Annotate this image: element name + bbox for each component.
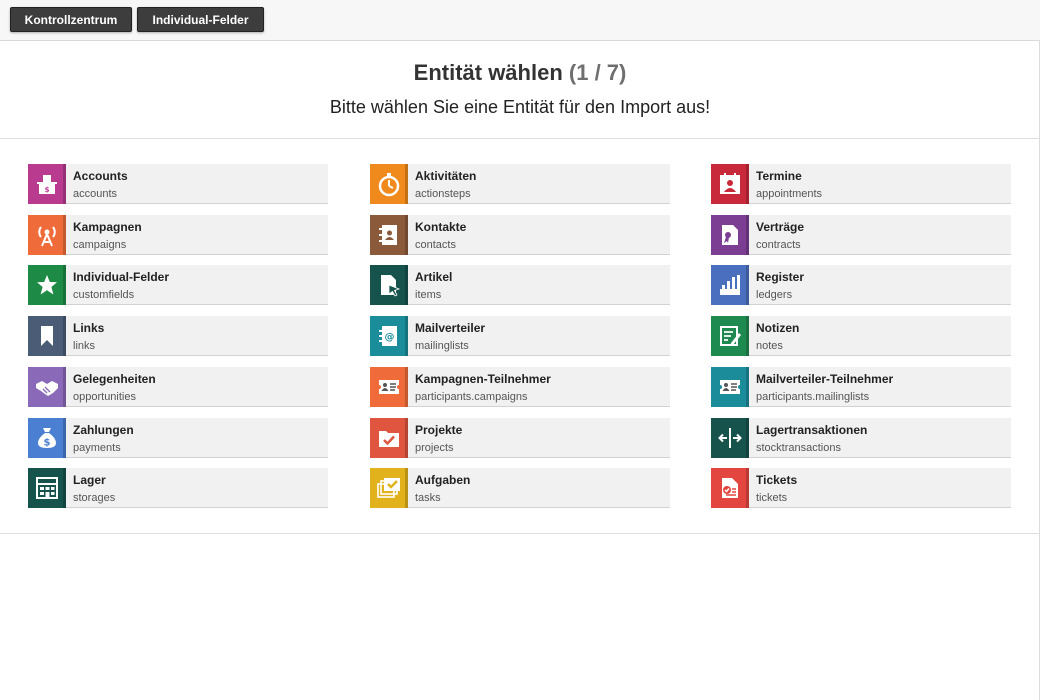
entity-item-accounts[interactable]: $ Accounts accounts — [28, 164, 328, 204]
entity-key: accounts — [73, 188, 118, 200]
entity-label: Lager — [73, 473, 106, 488]
entity-key: contracts — [756, 238, 801, 251]
entity-label: Kontakte — [415, 219, 467, 234]
control-center-button[interactable]: Kontrollzentrum — [10, 7, 132, 32]
entity-label: Mailverteiler — [415, 321, 486, 336]
page-subtitle: Bitte wählen Sie eine Entität für den Im… — [329, 97, 711, 117]
entity-item-participants-campaigns[interactable]: Kampagnen-Teilnehmer participants.campaig… — [370, 366, 670, 407]
page-title: Entität wählen (1 / 7) — [0, 60, 1040, 86]
entity-label: Verträge — [756, 219, 805, 234]
entity-label: Artikel — [415, 270, 453, 285]
entity-label: Aufgaben — [415, 473, 471, 488]
entity-item-campaigns[interactable]: Kampagnen campaigns — [28, 214, 328, 255]
step-counter: (1 / 7) — [568, 60, 627, 85]
entity-label: Register — [756, 270, 805, 285]
folder-check-icon — [370, 417, 408, 458]
entity-label: Tickets — [756, 473, 798, 488]
entity-item-storages[interactable]: Lager storages — [28, 468, 328, 509]
entity-key: ledgers — [756, 289, 793, 302]
entity-label: Gelegenheiten — [73, 371, 156, 386]
entity-label: Kampagnen-Teilnehmer — [415, 371, 551, 386]
entity-item-items[interactable]: Artikel items — [370, 265, 670, 306]
entity-item-links[interactable]: Links links — [28, 316, 328, 357]
svg-text:$: $ — [44, 437, 51, 448]
custom-fields-button[interactable]: Individual-Felder — [137, 7, 264, 32]
entity-label: Links — [73, 321, 105, 336]
entity-key: stocktransactions — [756, 441, 841, 454]
entity-key: mailinglists — [415, 340, 469, 353]
entity-key: customfields — [73, 289, 135, 302]
entity-item-stocktransactions[interactable]: Lagertransaktionen stocktransactions — [711, 417, 1011, 458]
entity-item-notes[interactable]: Notizen notes — [711, 316, 1011, 357]
entity-item-contacts[interactable]: Kontakte contacts — [370, 214, 670, 255]
entity-key: projects — [415, 441, 454, 454]
divider-bottom — [0, 533, 1040, 534]
document-cursor-icon — [370, 265, 408, 306]
calendar-person-icon — [711, 164, 749, 204]
entity-key: appointments — [756, 188, 823, 200]
entity-item-contracts[interactable]: Verträge contracts — [711, 214, 1011, 255]
entity-item-projects[interactable]: Projekte projects — [370, 417, 670, 458]
entity-label: Projekte — [415, 422, 463, 437]
entity-key: participants.mailinglists — [756, 390, 870, 403]
entity-item-tasks[interactable]: Aufgaben tasks — [370, 468, 670, 509]
entity-item-customfields[interactable]: Individual-Felder customfields — [28, 265, 328, 306]
entity-key: payments — [73, 441, 121, 454]
top-toolbar: Kontrollzentrum Individual-Felder — [0, 0, 1040, 41]
entity-key: actionsteps — [415, 188, 471, 200]
entity-label: Aktivitäten — [415, 169, 477, 183]
star-icon — [28, 265, 66, 306]
contract-icon — [711, 214, 749, 255]
bookmark-icon — [28, 316, 66, 357]
stopwatch-icon — [370, 164, 408, 204]
divider-top — [0, 138, 1040, 139]
entity-item-opportunities[interactable]: Gelegenheiten opportunities — [28, 366, 328, 407]
entity-key: links — [73, 340, 96, 353]
entity-key: opportunities — [73, 390, 136, 403]
entity-label: Lagertransaktionen — [756, 422, 868, 437]
svg-text:@: @ — [385, 332, 395, 343]
entity-key: participants.campaigns — [415, 390, 528, 403]
broadcast-icon — [28, 214, 66, 255]
entity-item-participants-mailinglists[interactable]: Mailverteiler-Teilnehmer participants.mai… — [711, 366, 1011, 407]
ticket-person-icon — [370, 366, 408, 407]
entity-label: Notizen — [756, 321, 800, 336]
handshake-icon — [28, 366, 66, 407]
entity-label: Accounts — [73, 169, 128, 183]
entity-key: campaigns — [73, 238, 127, 251]
entity-item-appointments[interactable]: Termine appointments — [711, 164, 1011, 204]
entity-key: tasks — [415, 492, 441, 505]
tasks-check-icon — [370, 468, 408, 509]
entity-item-tickets[interactable]: Tickets tickets — [711, 468, 1011, 509]
ticket-document-icon — [711, 468, 749, 509]
entity-key: items — [415, 289, 442, 302]
entity-label: Zahlungen — [73, 422, 134, 437]
entity-label: Termine — [756, 169, 802, 183]
mail-notebook-icon: @ — [370, 316, 408, 357]
cash-register-icon: $ — [28, 164, 66, 204]
entity-label: Kampagnen — [73, 219, 142, 234]
entity-item-actionsteps[interactable]: Aktivitäten actionsteps — [370, 164, 670, 204]
money-bag-icon: $ — [28, 417, 66, 458]
entity-label: Individual-Felder — [73, 270, 170, 285]
entity-item-ledgers[interactable]: Register ledgers — [711, 265, 1011, 306]
entity-key: notes — [756, 340, 783, 353]
ticket-person-icon — [711, 366, 749, 407]
entity-label: Mailverteiler-Teilnehmer — [756, 371, 894, 386]
ledger-chart-icon — [711, 265, 749, 306]
entity-key: contacts — [415, 238, 456, 251]
entity-key: tickets — [756, 492, 788, 505]
entity-key: storages — [73, 492, 116, 505]
warehouse-icon — [28, 468, 66, 509]
entity-item-mailinglists[interactable]: @ Mailverteiler mailinglists — [370, 316, 670, 357]
address-book-icon — [370, 214, 408, 255]
svg-text:$: $ — [45, 186, 50, 194]
note-pencil-icon — [711, 316, 749, 357]
page-title-text: Entität wählen — [413, 60, 563, 85]
transfer-arrows-icon — [711, 417, 749, 458]
entity-item-payments[interactable]: $ Zahlungen payments — [28, 417, 328, 458]
